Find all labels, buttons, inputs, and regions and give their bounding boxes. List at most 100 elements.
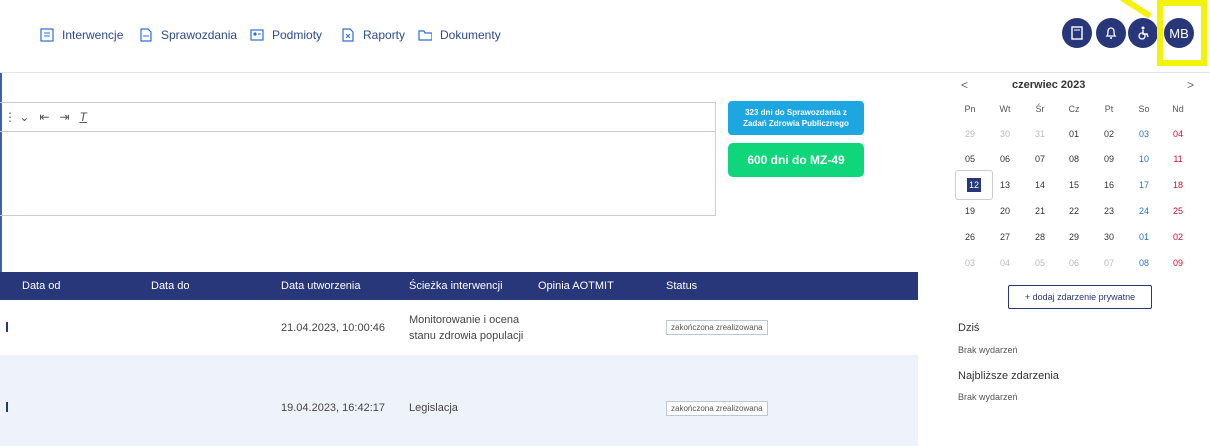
calendar-day[interactable]: 18 xyxy=(1166,180,1190,190)
notes-button[interactable] xyxy=(1062,18,1092,48)
calendar-day[interactable]: 03 xyxy=(1132,129,1156,139)
calendar-day[interactable]: 30 xyxy=(1097,232,1121,242)
text-editor[interactable]: ⋮ ⌄ ⇤ ⇥ T xyxy=(0,102,716,216)
calendar-day[interactable]: 11 xyxy=(1166,154,1190,164)
calendar-day[interactable]: 29 xyxy=(958,129,982,139)
calendar-day[interactable]: 19 xyxy=(958,206,982,216)
calendar-day[interactable]: 08 xyxy=(1132,258,1156,268)
id-card-icon xyxy=(250,28,264,42)
list-icon xyxy=(40,28,54,42)
calendar-day[interactable]: 13 xyxy=(993,180,1017,190)
calendar-day[interactable]: 31 xyxy=(1028,129,1052,139)
calendar-day[interactable]: 22 xyxy=(1062,206,1086,216)
calendar-day[interactable]: 17 xyxy=(1132,180,1156,190)
indent-icon[interactable]: ⇥ xyxy=(59,110,69,124)
calendar-day[interactable]: 20 xyxy=(993,206,1017,216)
nav-label: Podmioty xyxy=(272,28,323,42)
top-navigation: Interwencje Sprawozdania Podmioty Raport… xyxy=(0,0,1210,73)
calendar-dow: Wt xyxy=(999,104,1011,114)
calendar-day[interactable]: 03 xyxy=(958,258,982,268)
add-event-label: + dodaj zdarzenie prywatne xyxy=(1024,292,1136,302)
nav-label: Interwencje xyxy=(62,28,124,42)
header-status[interactable]: Status xyxy=(666,280,697,292)
upcoming-heading: Najbliższe zdarzenia xyxy=(958,370,1059,382)
nav-interwencje[interactable]: Interwencje xyxy=(40,28,123,42)
calendar-day[interactable]: 29 xyxy=(1062,232,1086,242)
created-cell: 21.04.2023, 10:00:46 xyxy=(281,322,385,334)
created-cell: 19.04.2023, 16:42:17 xyxy=(281,402,385,414)
calendar-day[interactable]: 05 xyxy=(958,154,982,164)
add-private-event-button[interactable]: + dodaj zdarzenie prywatne xyxy=(1008,285,1152,309)
calendar-day[interactable]: 02 xyxy=(1166,232,1190,242)
notebook-icon xyxy=(1071,26,1083,40)
calendar-day[interactable]: 06 xyxy=(993,154,1017,164)
calendar-day[interactable]: 10 xyxy=(1132,154,1156,164)
notifications-button[interactable] xyxy=(1096,18,1126,48)
calendar-day[interactable]: 07 xyxy=(1028,154,1052,164)
nav-raporty[interactable]: Raporty xyxy=(341,28,405,42)
path-cell-line1: Legislacja xyxy=(409,402,458,414)
editor-toolbar: ⋮ ⌄ ⇤ ⇥ T xyxy=(0,103,715,132)
path-cell-line1: Monitorowanie i ocena xyxy=(409,314,520,326)
outdent-icon[interactable]: ⇤ xyxy=(39,110,49,124)
calendar-day[interactable]: 30 xyxy=(993,129,1017,139)
mz-deadline-button[interactable]: 600 dni do MZ-49 xyxy=(728,143,864,177)
nav-label: Raporty xyxy=(363,28,406,42)
calendar-day[interactable]: 16 xyxy=(1097,180,1121,190)
calendar-next-button[interactable]: > xyxy=(1187,78,1194,92)
calendar-day[interactable]: 14 xyxy=(1028,180,1052,190)
highlight-box xyxy=(1157,0,1207,66)
nav-sprawozdania[interactable]: Sprawozdania xyxy=(139,28,237,42)
report-deadline-button[interactable]: 323 dni do Sprawozdania z Zadań Zdrowia P… xyxy=(728,101,864,135)
calendar-day[interactable]: 07 xyxy=(1097,258,1121,268)
calendar-day[interactable]: 15 xyxy=(1062,180,1086,190)
table-row[interactable]: 19.04.2023, 16:42:17 Legislacja zakończo… xyxy=(0,355,918,446)
accessibility-button[interactable] xyxy=(1128,18,1158,48)
header-opinia[interactable]: Opinia AOTMIT xyxy=(538,280,614,292)
calendar-dow: Śr xyxy=(1035,104,1045,114)
calendar-day[interactable]: 21 xyxy=(1028,206,1052,216)
nav-label: Sprawozdania xyxy=(161,28,238,42)
calendar-day[interactable]: 09 xyxy=(1166,258,1190,268)
header-sciezka[interactable]: Ścieżka interwencji xyxy=(409,280,503,292)
today-heading: Dziś xyxy=(958,322,980,334)
calendar-dow: Pn xyxy=(964,104,976,114)
document-icon xyxy=(139,28,153,42)
calendar-day[interactable]: 04 xyxy=(1166,129,1190,139)
calendar-day[interactable]: 28 xyxy=(1028,232,1052,242)
header-data-utworzenia[interactable]: Data utworzenia xyxy=(281,280,361,292)
calendar-dow: So xyxy=(1138,104,1150,114)
calendar-day[interactable]: 27 xyxy=(993,232,1017,242)
calendar-day[interactable]: 01 xyxy=(1132,232,1156,242)
calendar-dow: Nd xyxy=(1172,104,1184,114)
calendar-day[interactable]: 26 xyxy=(958,232,982,242)
calendar-day[interactable]: 06 xyxy=(1062,258,1086,268)
header-data-od[interactable]: Data od xyxy=(22,280,61,292)
row-marker xyxy=(6,322,8,332)
calendar-day[interactable]: 25 xyxy=(1166,206,1190,216)
calendar-day[interactable]: 09 xyxy=(1097,154,1121,164)
calendar-day[interactable]: 23 xyxy=(1097,206,1121,216)
today-text: Brak wydarzeń xyxy=(958,345,1018,355)
calendar-prev-button[interactable]: < xyxy=(961,78,968,92)
calendar-day[interactable]: 24 xyxy=(1132,206,1156,216)
calendar-day[interactable]: 05 xyxy=(1028,258,1052,268)
calendar-day[interactable]: 01 xyxy=(1062,129,1086,139)
calendar-day[interactable]: 04 xyxy=(993,258,1017,268)
nav-label: Dokumenty xyxy=(440,28,501,42)
today-highlight xyxy=(955,170,993,200)
list-style-dropdown-icon[interactable]: ⋮ ⌄ xyxy=(4,110,29,124)
calendar-day[interactable]: 08 xyxy=(1062,154,1086,164)
pointer-arrow-icon xyxy=(1120,0,1152,19)
folder-icon xyxy=(418,28,432,42)
wheelchair-icon xyxy=(1138,26,1149,40)
clear-format-icon[interactable]: T xyxy=(80,110,87,124)
header-data-do[interactable]: Data do xyxy=(151,280,190,292)
table-row[interactable]: 21.04.2023, 10:00:46 Monitorowanie i oce… xyxy=(0,300,918,355)
path-cell-line2: stanu zdrowia populacji xyxy=(409,330,524,342)
report-line-2: Zadań Zdrowia Publicznego xyxy=(743,119,849,128)
table-header: Data od Data do Data utworzenia Ścieżka … xyxy=(0,272,918,300)
nav-dokumenty[interactable]: Dokumenty xyxy=(418,28,501,42)
calendar-day[interactable]: 02 xyxy=(1097,129,1121,139)
nav-podmioty[interactable]: Podmioty xyxy=(250,28,322,42)
